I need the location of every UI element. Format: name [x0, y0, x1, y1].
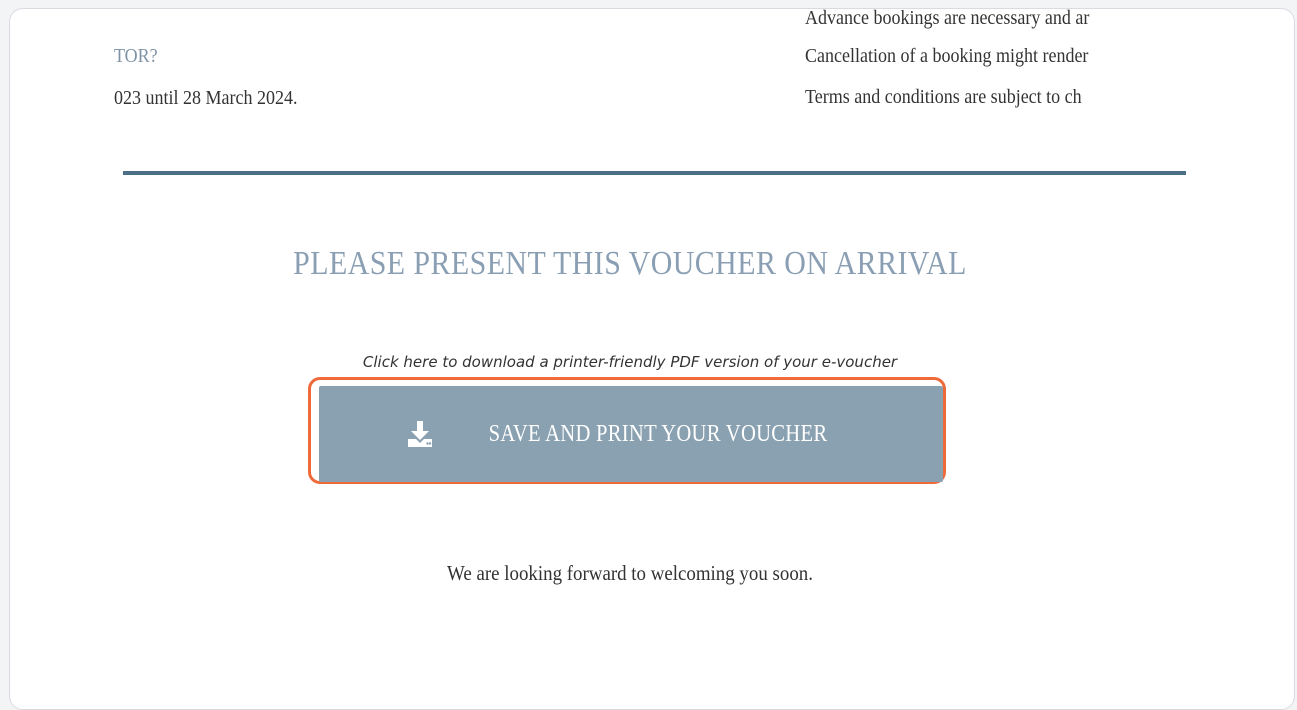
present-voucher-heading: PLEASE PRESENT THIS VOUCHER ON ARRIVAL	[293, 245, 967, 282]
voucher-page-frame: TOR? 023 until 28 March 2024. Advance bo…	[9, 8, 1295, 710]
section-divider	[123, 171, 1186, 175]
section-heading-fragment: TOR?	[114, 45, 158, 67]
terms-panel: Advance bookings are necessary and ar Ca…	[805, 9, 1186, 139]
download-icon	[407, 420, 433, 448]
terms-line-cancellation: Cancellation of a booking might render	[805, 45, 1089, 67]
voucher-content: TOR? 023 until 28 March 2024. Advance bo…	[10, 9, 1186, 709]
download-hint-text: Click here to download a printer-friendl…	[362, 353, 898, 371]
welcome-message: We are looking forward to welcoming you …	[447, 561, 813, 585]
save-print-voucher-button[interactable]: SAVE AND PRINT YOUR VOUCHER	[319, 386, 943, 482]
save-print-voucher-label: SAVE AND PRINT YOUR VOUCHER	[488, 420, 828, 447]
terms-line-advance-bookings: Advance bookings are necessary and ar	[805, 9, 1090, 29]
terms-line-conditions: Terms and conditions are subject to ch	[805, 86, 1082, 108]
validity-period-text: 023 until 28 March 2024.	[114, 87, 298, 109]
